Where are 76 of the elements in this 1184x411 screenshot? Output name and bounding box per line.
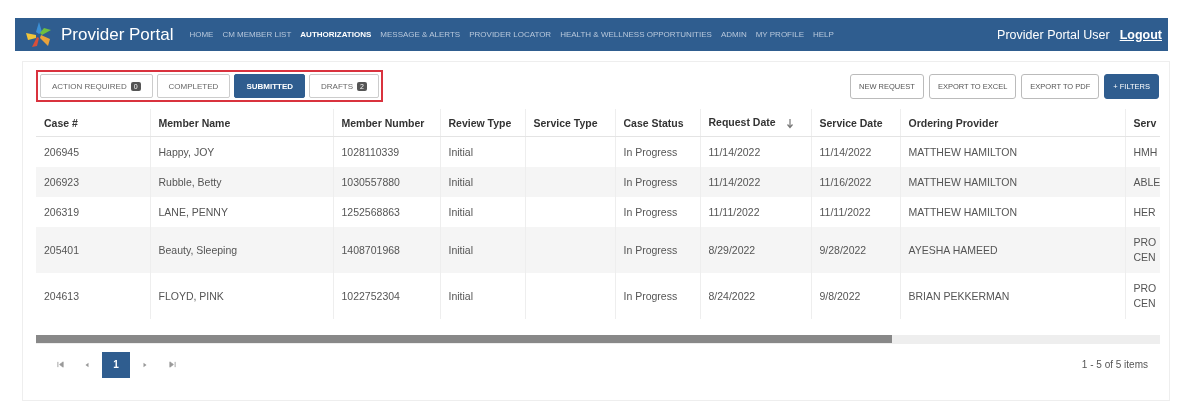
table-cell: 8/29/2022	[708, 244, 756, 256]
table-cell: 1408701968	[341, 244, 400, 256]
table-cell: 11/11/2022	[708, 206, 760, 218]
table-cell: In Progress	[623, 146, 678, 158]
table-cell: Beauty, Sleeping	[158, 244, 238, 256]
nav-link[interactable]: MESSAGE & ALERTS	[380, 30, 461, 39]
table-cell: LANE, PENNY	[158, 206, 228, 218]
table-cell: 1030557880	[341, 176, 400, 188]
table-cell: 9/28/2022	[819, 244, 867, 256]
previous-page-icon	[84, 361, 90, 368]
table-cell: 1022752304	[341, 290, 400, 302]
table-cell: 206945	[44, 146, 80, 158]
column-header[interactable]: Service Date	[811, 109, 900, 137]
page-button[interactable]: 1	[102, 351, 130, 378]
table-cell: 11/14/2022	[708, 146, 761, 158]
table-cell: 9/8/2022	[819, 290, 861, 302]
table-cell: PRO CEN	[1133, 236, 1157, 263]
horizontal-scrollbar[interactable]	[36, 335, 1160, 343]
column-header[interactable]: Review Type	[440, 109, 525, 137]
status-tab[interactable]: SUBMITTED	[234, 74, 306, 98]
nav-link[interactable]: CM MEMBER LIST	[222, 30, 292, 39]
table-cell: 1252568863	[341, 206, 400, 218]
table-cell: ABLE	[1133, 175, 1160, 188]
table-cell: PRO CEN	[1133, 282, 1157, 309]
logout-link[interactable]: Logout	[1119, 27, 1162, 42]
table-cell: 8/24/2022	[708, 290, 756, 302]
column-header[interactable]: Member Number	[333, 109, 440, 137]
table-cell: HMH	[1133, 145, 1158, 158]
column-header[interactable]: Member Name	[150, 109, 333, 137]
column-header[interactable]: Request Date	[700, 109, 811, 137]
table-cell: MATTHEW HAMILTON	[908, 176, 1017, 188]
table-cell: In Progress	[623, 244, 678, 256]
table-cell: In Progress	[623, 176, 678, 188]
table-cell: 1028110339	[341, 146, 400, 158]
table-cell: 205401	[44, 244, 80, 256]
nav-link[interactable]: PROVIDER LOCATOR	[469, 30, 552, 39]
column-header[interactable]: Case #	[36, 109, 150, 137]
nav-link[interactable]: AUTHORIZATIONS	[300, 30, 372, 39]
nav-link[interactable]: ADMIN	[720, 30, 747, 39]
table-cell: Initial	[448, 176, 473, 188]
table-cell: HER	[1133, 205, 1156, 218]
table-cell: MATTHEW HAMILTON	[908, 206, 1017, 218]
column-header[interactable]: Ordering Provider	[900, 109, 1125, 137]
table-cell: In Progress	[623, 290, 678, 302]
first-page-icon	[56, 361, 64, 368]
table-cell: Happy, JOY	[158, 146, 215, 158]
table-cell: AYESHA HAMEED	[908, 244, 998, 256]
table-cell: 11/11/2022	[819, 206, 871, 218]
table-cell: 204613	[44, 290, 80, 302]
table-cell: Initial	[448, 290, 473, 302]
table-cell: 206923	[44, 176, 80, 188]
column-header[interactable]: Service Type	[525, 109, 615, 137]
nav-link[interactable]: MY PROFILE	[755, 30, 804, 39]
column-header[interactable]: Case Status	[615, 109, 700, 137]
table-cell: Initial	[448, 244, 473, 256]
table-cell: BRIAN PEKKERMAN	[908, 290, 1010, 302]
table-cell: 206319	[44, 206, 80, 218]
table-cell: In Progress	[623, 206, 678, 218]
item-count: 1 - 5 of 5 items	[1081, 359, 1148, 370]
column-header[interactable]: Serv	[1125, 109, 1160, 137]
table-cell: Rubble, Betty	[158, 176, 222, 188]
table-cell: 11/14/2022	[819, 146, 872, 158]
table-cell: Initial	[448, 206, 473, 218]
status-tab[interactable]: COMPLETED	[156, 74, 231, 98]
nav-link[interactable]: HEALTH & WELLNESS OPPORTUNITIES	[560, 30, 712, 39]
portal-title: Provider Portal	[61, 24, 174, 45]
next-page-icon	[142, 361, 148, 368]
table-cell: MATTHEW HAMILTON	[908, 146, 1017, 158]
nav-link[interactable]: HOME	[189, 30, 214, 39]
user-name: Provider Portal User	[997, 27, 1110, 42]
table-cell: Initial	[448, 146, 473, 158]
table-cell: 11/14/2022	[708, 176, 761, 188]
last-page-icon	[168, 361, 176, 368]
table-cell: FLOYD, PINK	[158, 290, 224, 302]
nav-link[interactable]: HELP	[813, 30, 834, 39]
table-cell: 11/16/2022	[819, 176, 872, 188]
